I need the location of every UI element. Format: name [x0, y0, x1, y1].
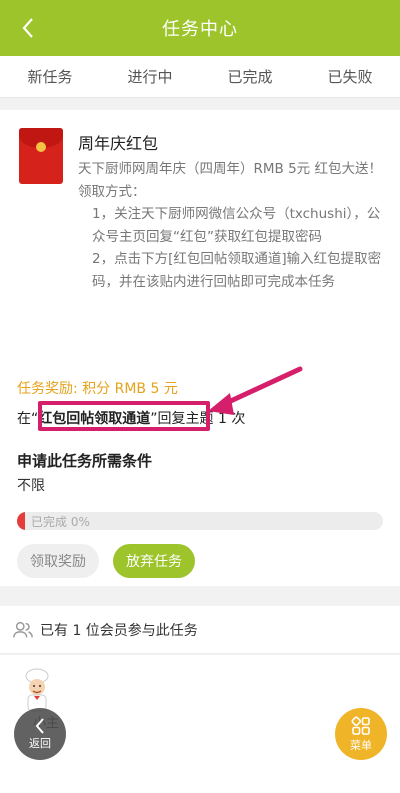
progress-fill: [17, 512, 25, 530]
task-card: 周年庆红包 天下厨师网周年庆（四周年）RMB 5元 红包大送！ 领取方式： 1，…: [0, 110, 400, 586]
back-label: 返回: [29, 737, 51, 750]
floating-menu-button[interactable]: 菜单: [335, 708, 387, 760]
tab-bar: 新任务 进行中 已完成 已失败: [0, 56, 400, 98]
desc-step-1: 1，关注天下厨师网微信公众号（txchushi），公众号主页回复“红包”获取红包…: [92, 206, 381, 245]
tab-failed[interactable]: 已失败: [300, 66, 400, 87]
requirement-value: 不限: [17, 478, 45, 494]
chevron-left-icon: [22, 18, 33, 38]
tab-in-progress[interactable]: 进行中: [100, 66, 200, 87]
task-title: 周年庆红包: [78, 134, 159, 153]
progress-text: 已完成 0%: [31, 515, 90, 529]
reply-prefix: 在“: [17, 411, 39, 427]
chevron-left-icon: [35, 718, 44, 734]
members-count-text: 已有 1 位会员参与此任务: [40, 622, 198, 639]
annotation-highlight-box: [38, 401, 210, 431]
task-description: 天下厨师网周年庆（四周年）RMB 5元 红包大送！ 领取方式： 1，关注天下厨师…: [78, 158, 390, 293]
people-icon: [13, 621, 33, 637]
top-bar: 任务中心: [0, 0, 400, 56]
page-title: 任务中心: [162, 19, 238, 40]
desc-step-2: 2，点击下方[红包回帖领取通道]输入红包提取密码，并在该贴内进行回帖即可完成本任…: [92, 251, 382, 290]
claim-reward-button[interactable]: 领取奖励: [17, 544, 99, 578]
requirement-title: 申请此任务所需条件: [17, 452, 153, 470]
abandon-task-button[interactable]: 放弃任务: [113, 544, 195, 578]
menu-label: 菜单: [350, 738, 372, 752]
members-bar: 已有 1 位会员参与此任务: [0, 606, 400, 654]
red-envelope-icon: [19, 128, 63, 184]
annotation-arrow-icon: [208, 366, 303, 415]
desc-label: 领取方式：: [78, 183, 146, 200]
progress-bar: 已完成 0%: [17, 512, 383, 530]
floating-back-button[interactable]: 返回: [14, 708, 66, 760]
tab-new[interactable]: 新任务: [0, 66, 100, 87]
tab-completed[interactable]: 已完成: [200, 66, 300, 87]
back-button[interactable]: [12, 12, 44, 44]
desc-line: 天下厨师网周年庆（四周年）RMB 5元 红包大送！: [78, 161, 382, 177]
grid-icon: [351, 715, 370, 735]
task-reward: 任务奖励: 积分 RMB 5 元: [17, 381, 178, 397]
